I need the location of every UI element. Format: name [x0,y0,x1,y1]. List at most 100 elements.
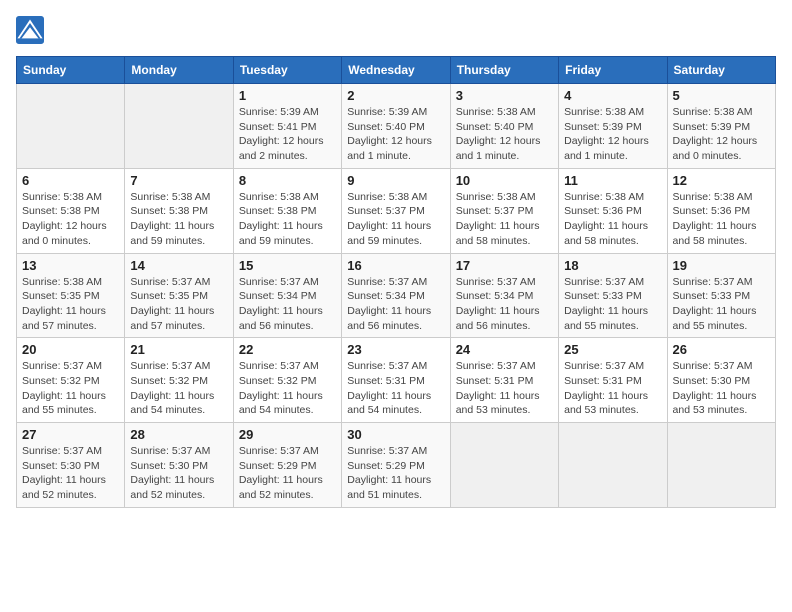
calendar-cell: 6 Sunrise: 5:38 AM Sunset: 5:38 PM Daylig… [17,168,125,253]
calendar-week-3: 13 Sunrise: 5:38 AM Sunset: 5:35 PM Dayli… [17,253,776,338]
day-info: Sunrise: 5:38 AM Sunset: 5:36 PM Dayligh… [673,190,770,249]
calendar-table: SundayMondayTuesdayWednesdayThursdayFrid… [16,56,776,508]
day-info: Sunrise: 5:37 AM Sunset: 5:32 PM Dayligh… [239,359,336,418]
day-info: Sunrise: 5:37 AM Sunset: 5:33 PM Dayligh… [564,275,661,334]
day-number: 17 [456,258,553,273]
day-number: 29 [239,427,336,442]
column-header-wednesday: Wednesday [342,57,450,84]
calendar-cell: 29Sunrise: 5:37 AM Sunset: 5:29 PM Dayli… [233,423,341,508]
day-info: Sunrise: 5:38 AM Sunset: 5:39 PM Dayligh… [673,105,770,164]
column-header-monday: Monday [125,57,233,84]
day-number: 7 [130,173,227,188]
day-info: Sunrise: 5:37 AM Sunset: 5:31 PM Dayligh… [564,359,661,418]
calendar-cell: 12 Sunrise: 5:38 AM Sunset: 5:36 PM Dayli… [667,168,775,253]
calendar-cell: 22 Sunrise: 5:37 AM Sunset: 5:32 PM Dayli… [233,338,341,423]
day-number: 4 [564,88,661,103]
logo-icon [16,16,44,44]
calendar-cell [667,423,775,508]
column-header-thursday: Thursday [450,57,558,84]
day-info: Sunrise: 5:37 AM Sunset: 5:30 PM Dayligh… [673,359,770,418]
calendar-cell: 28Sunrise: 5:37 AM Sunset: 5:30 PM Dayli… [125,423,233,508]
day-number: 12 [673,173,770,188]
day-number: 30 [347,427,444,442]
calendar-header: SundayMondayTuesdayWednesdayThursdayFrid… [17,57,776,84]
calendar-cell: 25 Sunrise: 5:37 AM Sunset: 5:31 PM Dayli… [559,338,667,423]
day-info: Sunrise: 5:37 AM Sunset: 5:35 PM Dayligh… [130,275,227,334]
day-number: 11 [564,173,661,188]
calendar-cell: 10 Sunrise: 5:38 AM Sunset: 5:37 PM Dayli… [450,168,558,253]
calendar-week-4: 20 Sunrise: 5:37 AM Sunset: 5:32 PM Dayli… [17,338,776,423]
calendar-cell: 13 Sunrise: 5:38 AM Sunset: 5:35 PM Dayli… [17,253,125,338]
day-info: Sunrise: 5:37 AM Sunset: 5:31 PM Dayligh… [347,359,444,418]
calendar-cell: 3 Sunrise: 5:38 AM Sunset: 5:40 PM Daylig… [450,84,558,169]
day-info: Sunrise: 5:38 AM Sunset: 5:36 PM Dayligh… [564,190,661,249]
calendar-cell: 14 Sunrise: 5:37 AM Sunset: 5:35 PM Dayli… [125,253,233,338]
day-info: Sunrise: 5:38 AM Sunset: 5:37 PM Dayligh… [347,190,444,249]
day-info: Sunrise: 5:38 AM Sunset: 5:38 PM Dayligh… [239,190,336,249]
day-number: 23 [347,342,444,357]
calendar-cell: 15 Sunrise: 5:37 AM Sunset: 5:34 PM Dayli… [233,253,341,338]
calendar-cell: 11 Sunrise: 5:38 AM Sunset: 5:36 PM Dayli… [559,168,667,253]
calendar-body: 1Sunrise: 5:39 AM Sunset: 5:41 PM Daylig… [17,84,776,508]
day-info: Sunrise: 5:37 AM Sunset: 5:32 PM Dayligh… [130,359,227,418]
calendar-cell: 8 Sunrise: 5:38 AM Sunset: 5:38 PM Daylig… [233,168,341,253]
page-header [16,16,776,44]
day-info: Sunrise: 5:38 AM Sunset: 5:40 PM Dayligh… [456,105,553,164]
day-info: Sunrise: 5:38 AM Sunset: 5:39 PM Dayligh… [564,105,661,164]
day-info: Sunrise: 5:38 AM Sunset: 5:37 PM Dayligh… [456,190,553,249]
day-number: 18 [564,258,661,273]
header-row: SundayMondayTuesdayWednesdayThursdayFrid… [17,57,776,84]
calendar-cell: 30 Sunrise: 5:37 AM Sunset: 5:29 PM Dayli… [342,423,450,508]
calendar-cell: 4 Sunrise: 5:38 AM Sunset: 5:39 PM Daylig… [559,84,667,169]
day-info: Sunrise: 5:37 AM Sunset: 5:30 PM Dayligh… [22,444,119,503]
logo [16,16,48,44]
calendar-cell: 1Sunrise: 5:39 AM Sunset: 5:41 PM Daylig… [233,84,341,169]
day-number: 22 [239,342,336,357]
calendar-cell: 23 Sunrise: 5:37 AM Sunset: 5:31 PM Dayli… [342,338,450,423]
calendar-cell: 5 Sunrise: 5:38 AM Sunset: 5:39 PM Daylig… [667,84,775,169]
day-number: 6 [22,173,119,188]
column-header-friday: Friday [559,57,667,84]
column-header-saturday: Saturday [667,57,775,84]
day-number: 14 [130,258,227,273]
day-info: Sunrise: 5:37 AM Sunset: 5:33 PM Dayligh… [673,275,770,334]
day-info: Sunrise: 5:37 AM Sunset: 5:32 PM Dayligh… [22,359,119,418]
day-info: Sunrise: 5:37 AM Sunset: 5:30 PM Dayligh… [130,444,227,503]
day-number: 16 [347,258,444,273]
day-info: Sunrise: 5:38 AM Sunset: 5:38 PM Dayligh… [22,190,119,249]
calendar-cell: 24 Sunrise: 5:37 AM Sunset: 5:31 PM Dayli… [450,338,558,423]
calendar-cell [125,84,233,169]
calendar-cell: 26Sunrise: 5:37 AM Sunset: 5:30 PM Dayli… [667,338,775,423]
day-info: Sunrise: 5:37 AM Sunset: 5:34 PM Dayligh… [347,275,444,334]
calendar-cell: 7 Sunrise: 5:38 AM Sunset: 5:38 PM Daylig… [125,168,233,253]
calendar-cell [450,423,558,508]
day-info: Sunrise: 5:38 AM Sunset: 5:35 PM Dayligh… [22,275,119,334]
calendar-cell: 27Sunrise: 5:37 AM Sunset: 5:30 PM Dayli… [17,423,125,508]
day-info: Sunrise: 5:39 AM Sunset: 5:41 PM Dayligh… [239,105,336,164]
day-number: 21 [130,342,227,357]
day-info: Sunrise: 5:37 AM Sunset: 5:34 PM Dayligh… [456,275,553,334]
day-info: Sunrise: 5:38 AM Sunset: 5:38 PM Dayligh… [130,190,227,249]
day-number: 25 [564,342,661,357]
day-number: 20 [22,342,119,357]
day-number: 24 [456,342,553,357]
day-number: 13 [22,258,119,273]
day-info: Sunrise: 5:37 AM Sunset: 5:34 PM Dayligh… [239,275,336,334]
calendar-week-5: 27Sunrise: 5:37 AM Sunset: 5:30 PM Dayli… [17,423,776,508]
day-info: Sunrise: 5:39 AM Sunset: 5:40 PM Dayligh… [347,105,444,164]
day-number: 10 [456,173,553,188]
calendar-cell: 17 Sunrise: 5:37 AM Sunset: 5:34 PM Dayli… [450,253,558,338]
day-number: 8 [239,173,336,188]
day-info: Sunrise: 5:37 AM Sunset: 5:31 PM Dayligh… [456,359,553,418]
day-number: 5 [673,88,770,103]
calendar-cell: 19 Sunrise: 5:37 AM Sunset: 5:33 PM Dayli… [667,253,775,338]
column-header-sunday: Sunday [17,57,125,84]
calendar-cell: 20 Sunrise: 5:37 AM Sunset: 5:32 PM Dayli… [17,338,125,423]
day-info: Sunrise: 5:37 AM Sunset: 5:29 PM Dayligh… [347,444,444,503]
calendar-cell: 9Sunrise: 5:38 AM Sunset: 5:37 PM Daylig… [342,168,450,253]
calendar-week-1: 1Sunrise: 5:39 AM Sunset: 5:41 PM Daylig… [17,84,776,169]
day-number: 15 [239,258,336,273]
day-number: 3 [456,88,553,103]
day-number: 19 [673,258,770,273]
calendar-cell: 2Sunrise: 5:39 AM Sunset: 5:40 PM Daylig… [342,84,450,169]
